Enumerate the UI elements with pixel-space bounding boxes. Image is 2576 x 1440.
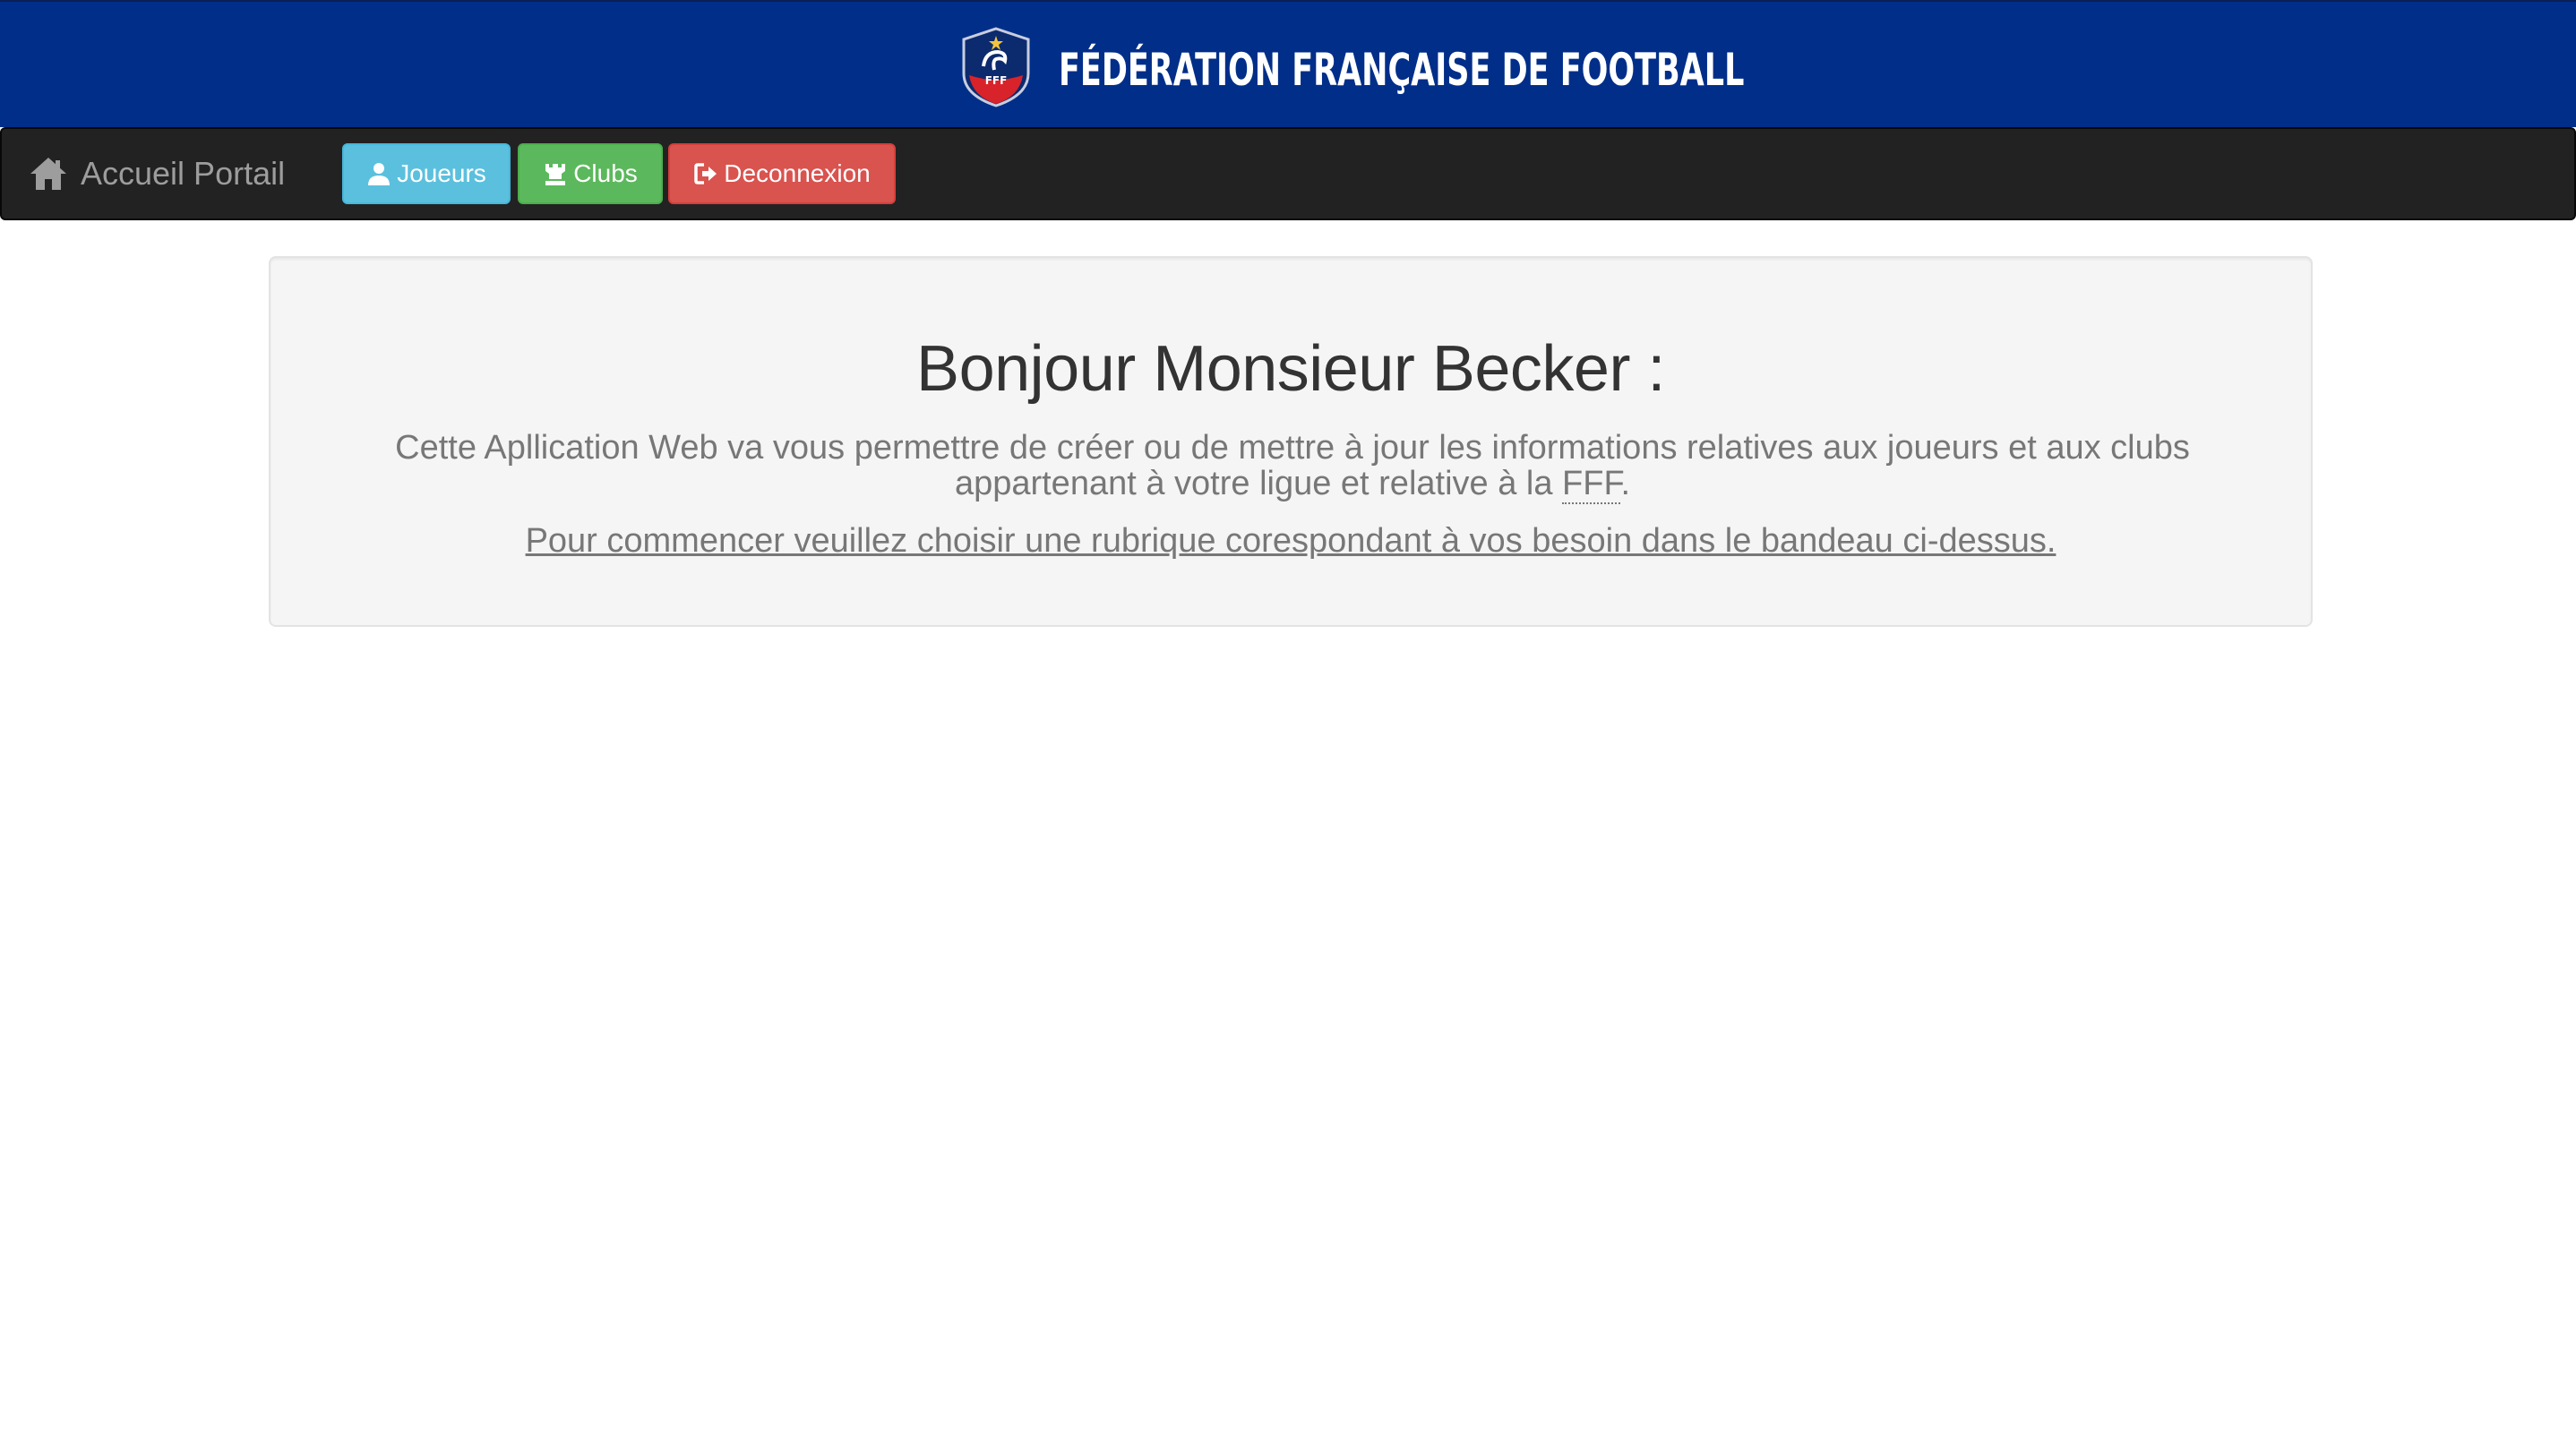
intro-text: Cette Apllication Web va vous permettre … xyxy=(324,429,2261,504)
welcome-panel: Bonjour Monsieur Becker : Cette Apllicat… xyxy=(269,256,2313,627)
user-icon xyxy=(368,163,391,185)
svg-text:FFF: FFF xyxy=(985,74,1008,87)
clubs-label: Clubs xyxy=(573,159,638,187)
site-banner: FFF FÉDÉRATION FRANÇAISE DE FOOTBALL xyxy=(0,0,2576,127)
tower-icon xyxy=(545,164,566,185)
home-icon xyxy=(30,158,66,190)
brand-link[interactable]: Accueil Portail xyxy=(29,129,285,219)
banner-title: FÉDÉRATION FRANÇAISE DE FOOTBALL xyxy=(1059,44,1745,96)
fff-logo-icon: FFF xyxy=(962,27,1030,107)
joueurs-label: Joueurs xyxy=(397,159,486,187)
fff-abbreviation: FFF xyxy=(1562,465,1621,504)
clubs-button[interactable]: Clubs xyxy=(518,143,663,204)
intro-end: . xyxy=(1620,465,1631,502)
instruction-text: Pour commencer veuillez choisir une rubr… xyxy=(525,522,2057,560)
logout-icon xyxy=(694,163,717,184)
page-title: Bonjour Monsieur Becker : xyxy=(916,333,1665,405)
intro-body: Cette Apllication Web va vous permettre … xyxy=(395,429,2190,502)
deconnexion-label: Deconnexion xyxy=(724,159,871,187)
joueurs-button[interactable]: Joueurs xyxy=(342,143,511,204)
deconnexion-button[interactable]: Deconnexion xyxy=(668,143,896,204)
brand-label: Accueil Portail xyxy=(81,155,286,192)
navbar: Accueil Portail Joueurs Clubs Deconnexio… xyxy=(0,127,2576,220)
